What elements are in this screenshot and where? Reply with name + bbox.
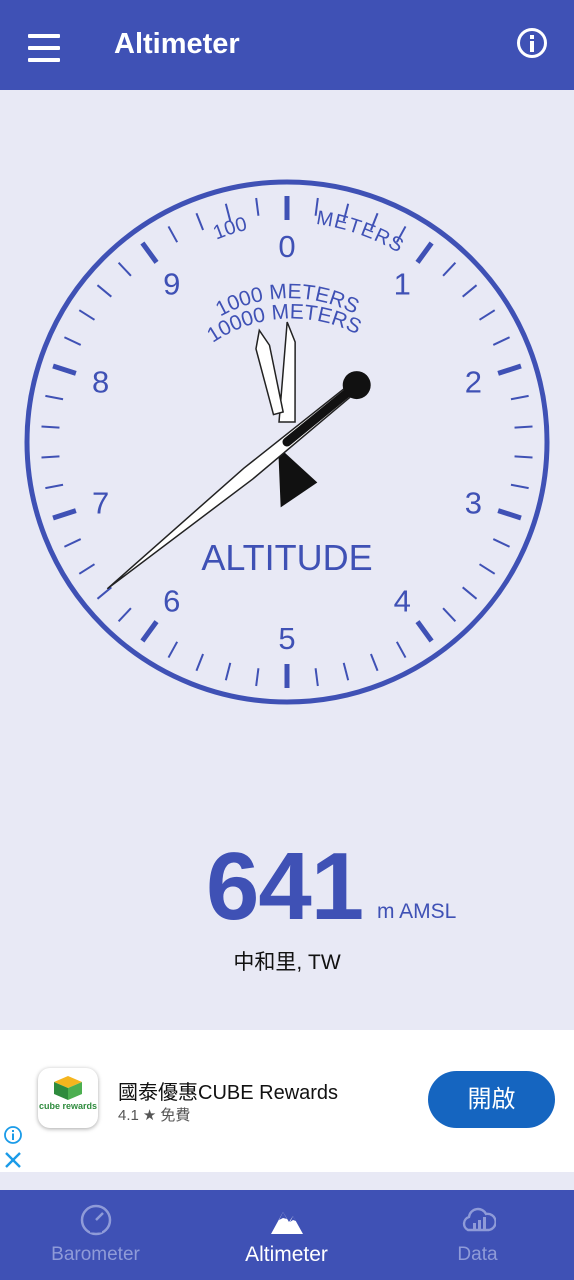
scale-label-100-text: 100 bbox=[210, 213, 249, 244]
major-tick bbox=[497, 363, 522, 376]
dial-number-7: 7 bbox=[92, 486, 109, 521]
info-icon[interactable] bbox=[517, 28, 547, 58]
minor-tick bbox=[510, 483, 529, 490]
dial-number-5: 5 bbox=[278, 621, 295, 656]
ad-open-button[interactable]: 開啟 bbox=[428, 1071, 555, 1128]
minor-tick bbox=[195, 653, 204, 672]
minor-tick bbox=[45, 394, 64, 401]
minor-tick bbox=[395, 641, 407, 659]
bottom-navigation: Barometer Altimeter Data bbox=[0, 1190, 574, 1280]
major-tick bbox=[140, 620, 159, 643]
major-tick bbox=[140, 241, 159, 264]
dial-number-9: 9 bbox=[163, 266, 180, 301]
minor-tick bbox=[96, 586, 112, 600]
minor-tick bbox=[510, 394, 529, 401]
ad-meta: 4.1 ★ 免費 bbox=[118, 1104, 190, 1125]
nav-barometer[interactable]: Barometer bbox=[0, 1190, 191, 1280]
major-tick bbox=[415, 620, 434, 643]
dial-number-2: 2 bbox=[465, 364, 482, 399]
dial-number-0: 0 bbox=[278, 229, 295, 264]
minor-tick bbox=[78, 309, 96, 321]
ad-price: 免費 bbox=[160, 1107, 191, 1124]
minor-tick bbox=[462, 586, 478, 600]
minor-tick bbox=[41, 455, 60, 459]
dial-number-6: 6 bbox=[163, 584, 180, 619]
ad-rating: 4.1 bbox=[118, 1107, 139, 1124]
mountain-icon bbox=[271, 1212, 303, 1234]
dial-number-3: 3 bbox=[465, 486, 482, 521]
minor-tick bbox=[478, 563, 496, 575]
ad-title[interactable]: 國泰優惠CUBE Rewards bbox=[118, 1076, 338, 1105]
altitude-label: ALTITUDE bbox=[201, 537, 372, 578]
minor-tick bbox=[314, 197, 319, 216]
minor-tick bbox=[442, 607, 457, 623]
minor-tick bbox=[195, 212, 204, 231]
app-bar: Altimeter bbox=[0, 0, 574, 90]
minor-tick bbox=[224, 662, 232, 681]
altitude-value: 641 bbox=[206, 833, 364, 940]
location-label: 中和里, TW bbox=[233, 951, 341, 974]
major-tick bbox=[415, 241, 434, 264]
ad-logo-text: cube rewards bbox=[38, 1101, 98, 1111]
minor-tick bbox=[78, 563, 96, 575]
ad-info-icon[interactable] bbox=[3, 1125, 23, 1145]
minor-tick bbox=[167, 641, 179, 659]
minor-tick bbox=[514, 455, 533, 459]
nav-label-barometer: Barometer bbox=[51, 1244, 140, 1265]
altitude-unit: m AMSL bbox=[377, 900, 457, 923]
dial-number-8: 8 bbox=[92, 364, 109, 399]
minor-tick bbox=[167, 225, 179, 243]
minor-tick bbox=[63, 538, 82, 548]
minor-tick bbox=[314, 668, 319, 687]
gauge-icon bbox=[80, 1204, 112, 1236]
ten-thousand-needle bbox=[278, 446, 318, 508]
scale-label-100: 100 bbox=[210, 213, 249, 244]
cube-icon bbox=[54, 1076, 82, 1100]
minor-tick bbox=[117, 261, 132, 277]
minor-tick bbox=[255, 668, 260, 687]
meters-label: METERS bbox=[315, 207, 408, 258]
minor-tick bbox=[96, 284, 112, 298]
dial-number-4: 4 bbox=[394, 584, 411, 619]
minor-tick bbox=[63, 336, 82, 346]
ad-app-logo[interactable]: cube rewards bbox=[38, 1068, 98, 1128]
minor-tick bbox=[478, 309, 496, 321]
major-tick bbox=[52, 508, 77, 521]
minor-tick bbox=[442, 261, 457, 277]
minor-tick bbox=[117, 607, 132, 623]
hamburger-menu-icon[interactable] bbox=[24, 24, 64, 64]
minor-tick bbox=[342, 662, 350, 681]
nav-label-altimeter: Altimeter bbox=[245, 1243, 328, 1266]
cloud-chart-icon bbox=[462, 1207, 496, 1232]
altimeter-gauge: 0123456789 100 METERS 1000 METERS 10000 … bbox=[24, 179, 550, 705]
nav-altimeter[interactable]: Altimeter bbox=[191, 1190, 382, 1280]
minor-tick bbox=[41, 425, 60, 429]
nav-data[interactable]: Data bbox=[382, 1190, 573, 1280]
minor-tick bbox=[370, 653, 379, 672]
minor-tick bbox=[492, 538, 511, 548]
ad-banner: cube rewards 國泰優惠CUBE Rewards 4.1 ★ 免費 開啟 bbox=[0, 1030, 574, 1172]
nav-label-data: Data bbox=[457, 1244, 498, 1265]
major-tick bbox=[497, 508, 522, 521]
dial-number-1: 1 bbox=[394, 266, 411, 301]
ad-close-icon[interactable] bbox=[3, 1150, 23, 1170]
minor-tick bbox=[45, 483, 64, 490]
minor-tick bbox=[462, 284, 478, 298]
minor-tick bbox=[514, 425, 533, 429]
minor-tick bbox=[255, 197, 260, 216]
minor-tick bbox=[492, 336, 511, 346]
needle-counterweight bbox=[342, 371, 371, 400]
secondary-needle bbox=[255, 328, 285, 416]
star-icon: ★ bbox=[142, 1107, 157, 1124]
app-title: Altimeter bbox=[114, 28, 240, 60]
meters-label-text: METERS bbox=[315, 207, 407, 258]
major-tick bbox=[52, 363, 77, 376]
